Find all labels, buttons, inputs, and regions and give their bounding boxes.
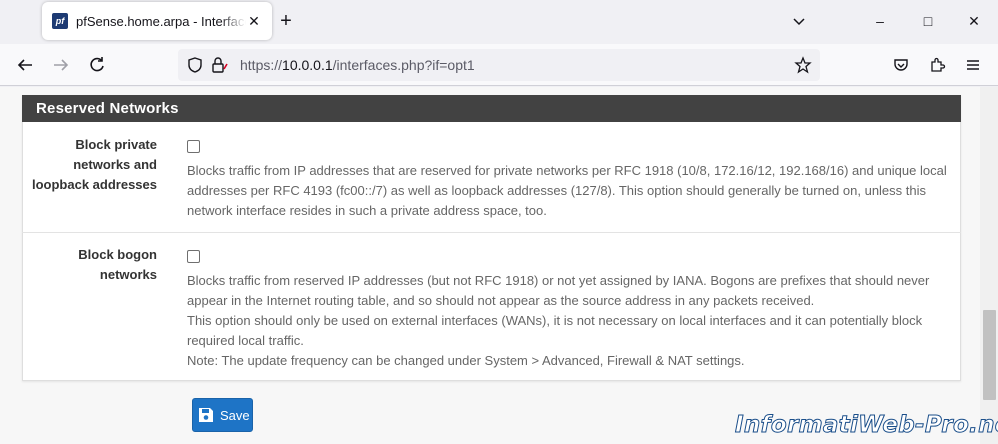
browser-tab[interactable]: pf pfSense.home.arpa - Interfaces: OPT1 … (42, 2, 272, 40)
panel-heading: Reserved Networks (22, 95, 961, 122)
block-private-help: Blocks traffic from IP addresses that ar… (187, 163, 947, 218)
forward-button[interactable] (50, 54, 72, 76)
reload-icon (90, 57, 104, 72)
page-content: Reserved Networks Block private networks… (0, 87, 998, 444)
block-bogon-checkbox[interactable] (187, 250, 200, 263)
floppy-disk-icon (199, 408, 213, 422)
arrow-right-icon (54, 59, 69, 71)
navigation-bar: https://10.0.0.1/interfaces.php?if=opt1 (0, 44, 998, 86)
lock-warning-icon[interactable] (210, 56, 228, 74)
menu-icon[interactable] (964, 56, 982, 74)
arrow-left-icon (17, 59, 32, 71)
watermark-text: InformatiWeb-Pro.net (735, 412, 998, 439)
url-text[interactable]: https://10.0.0.1/interfaces.php?if=opt1 (240, 57, 475, 73)
pocket-icon[interactable] (892, 56, 910, 74)
url-bar[interactable]: https://10.0.0.1/interfaces.php?if=opt1 (178, 49, 820, 81)
close-window-button[interactable]: ✕ (964, 11, 984, 31)
back-button[interactable] (14, 54, 36, 76)
new-tab-button[interactable]: + (276, 11, 296, 31)
block-bogon-label: Block bogon networks (78, 247, 157, 282)
close-icon[interactable]: ✕ (246, 13, 262, 29)
save-button-label: Save (220, 407, 250, 423)
scrollbar-thumb[interactable] (983, 310, 996, 400)
reload-button[interactable] (86, 54, 108, 76)
chevron-down-icon[interactable] (790, 12, 808, 30)
bookmark-star-icon[interactable] (794, 56, 812, 74)
form-row-block-bogon: Block bogon networks Blocks traffic from… (22, 245, 961, 375)
tab-bar: pf pfSense.home.arpa - Interfaces: OPT1 … (0, 0, 998, 44)
form-row-block-private: Block private networks and loopback addr… (22, 135, 961, 225)
maximize-button[interactable]: □ (918, 11, 938, 31)
minimize-button[interactable]: – (870, 11, 890, 31)
block-bogon-help: Blocks traffic from reserved IP addresse… (187, 273, 930, 368)
shield-icon[interactable] (186, 56, 204, 74)
block-private-label: Block private networks and loopback addr… (32, 137, 157, 192)
row-divider (22, 232, 961, 233)
pfsense-favicon-icon: pf (52, 13, 68, 29)
save-button[interactable]: Save (192, 398, 253, 432)
block-private-checkbox[interactable] (187, 140, 200, 153)
tab-title: pfSense.home.arpa - Interfaces: OPT1 (76, 13, 246, 29)
extensions-icon[interactable] (928, 56, 946, 74)
